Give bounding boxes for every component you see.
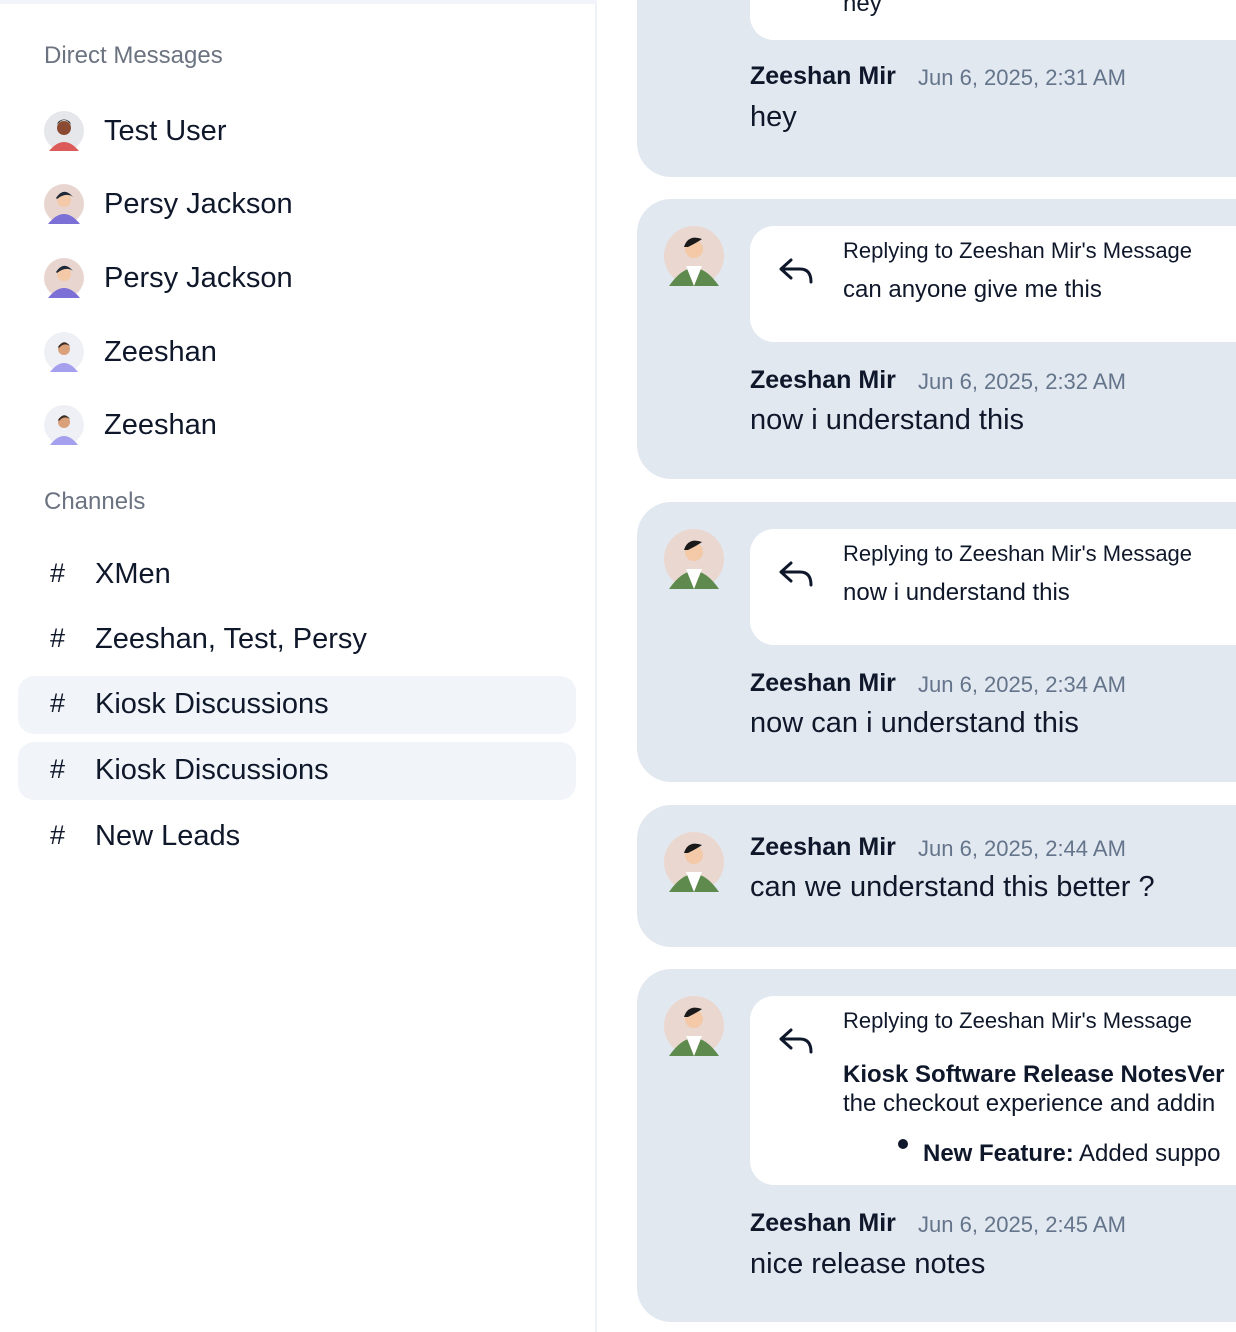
reply-preview[interactable]: Replying to Zeeshan Mir's Message Kiosk …: [750, 996, 1236, 1185]
message-author[interactable]: Zeeshan Mir: [750, 833, 896, 862]
dm-item-persy-jackson-2[interactable]: Persy Jackson: [18, 250, 576, 306]
user-avatar-icon[interactable]: [664, 529, 724, 589]
hash-icon: #: [50, 558, 66, 588]
reply-text: now i understand this: [843, 579, 1070, 606]
message-text: now i understand this: [750, 404, 1025, 436]
bullet-icon: [898, 1139, 908, 1149]
message-card: Zeeshan Mir Jun 6, 2025, 2:44 AM can we …: [637, 805, 1236, 947]
dm-label: Zeeshan: [104, 408, 217, 441]
channels-heading: Channels: [44, 488, 146, 515]
channel-item-xmen[interactable]: # XMen: [18, 546, 576, 604]
dm-label: Persy Jackson: [104, 187, 293, 220]
channel-item-new-leads[interactable]: # New Leads: [18, 808, 576, 866]
reply-arrow-icon: [779, 1028, 813, 1054]
message-card: hey Zeeshan Mir Jun 6, 2025, 2:31 AM hey: [637, 0, 1236, 177]
user-avatar-icon: [44, 258, 84, 298]
message-card: Replying to Zeeshan Mir's Message Kiosk …: [637, 969, 1236, 1322]
sidebar-top-divider: [0, 0, 597, 4]
dm-item-persy-jackson[interactable]: Persy Jackson: [18, 176, 576, 232]
reply-preview[interactable]: Replying to Zeeshan Mir's Message now i …: [750, 529, 1236, 645]
message-text: nice release notes: [750, 1248, 986, 1280]
release-notes-body: the checkout experience and addin: [843, 1090, 1216, 1117]
reply-heading: Replying to Zeeshan Mir's Message: [843, 238, 1193, 263]
dm-label: Test User: [104, 114, 227, 147]
release-notes-title: Kiosk Software Release NotesVer: [843, 1061, 1225, 1088]
channel-item-zeeshan-test-persy[interactable]: # Zeeshan, Test, Persy: [18, 611, 576, 669]
reply-heading: Replying to Zeeshan Mir's Message: [843, 1008, 1193, 1033]
reply-text: can anyone give me this: [843, 276, 1102, 303]
message-author[interactable]: Zeeshan Mir: [750, 366, 896, 395]
user-avatar-icon: [44, 332, 84, 372]
dm-item-zeeshan[interactable]: Zeeshan: [18, 324, 576, 380]
dm-label: Persy Jackson: [104, 261, 293, 294]
release-notes-bullet: New Feature: Added suppo: [923, 1140, 1221, 1168]
channel-item-kiosk-discussions-2[interactable]: # Kiosk Discussions: [18, 742, 576, 800]
dm-item-test-user[interactable]: Test User: [18, 103, 576, 159]
reply-heading: Replying to Zeeshan Mir's Message: [843, 541, 1193, 566]
message-timestamp: Jun 6, 2025, 2:34 AM: [918, 672, 1126, 697]
user-avatar-icon[interactable]: [664, 996, 724, 1056]
direct-messages-heading: Direct Messages: [44, 42, 223, 69]
channel-item-kiosk-discussions[interactable]: # Kiosk Discussions: [18, 676, 576, 734]
reply-arrow-icon: [779, 561, 813, 587]
message-timestamp: Jun 6, 2025, 2:45 AM: [918, 1212, 1126, 1237]
user-avatar-icon: [44, 405, 84, 445]
hash-icon: #: [50, 623, 66, 653]
message-text: can we understand this better ?: [750, 871, 1155, 903]
message-list[interactable]: hey Zeeshan Mir Jun 6, 2025, 2:31 AM hey…: [599, 0, 1236, 1332]
message-author[interactable]: Zeeshan Mir: [750, 1209, 896, 1238]
user-avatar-icon[interactable]: [664, 832, 724, 892]
reply-preview[interactable]: Replying to Zeeshan Mir's Message can an…: [750, 226, 1236, 342]
user-avatar-icon: [44, 111, 84, 151]
channel-label: Zeeshan, Test, Persy: [95, 623, 367, 655]
bullet-text: Added suppo: [1073, 1140, 1221, 1167]
sidebar: Direct Messages Test User Persy Jackson …: [0, 0, 597, 1332]
user-avatar-icon[interactable]: [664, 226, 724, 286]
message-timestamp: Jun 6, 2025, 2:32 AM: [918, 369, 1126, 394]
message-text: now can i understand this: [750, 707, 1079, 739]
hash-icon: #: [50, 688, 66, 718]
channel-label: XMen: [95, 558, 171, 590]
reply-arrow-icon: [779, 258, 813, 284]
message-author[interactable]: Zeeshan Mir: [750, 669, 896, 698]
channel-label: Kiosk Discussions: [95, 754, 329, 786]
dm-item-zeeshan-2[interactable]: Zeeshan: [18, 397, 576, 453]
dm-label: Zeeshan: [104, 335, 217, 368]
message-author[interactable]: Zeeshan Mir: [750, 62, 896, 91]
message-card: Replying to Zeeshan Mir's Message now i …: [637, 502, 1236, 782]
message-card: Replying to Zeeshan Mir's Message can an…: [637, 199, 1236, 479]
user-avatar-icon: [44, 184, 84, 224]
channel-label: Kiosk Discussions: [95, 688, 329, 720]
reply-preview[interactable]: hey: [750, 0, 1236, 40]
message-timestamp: Jun 6, 2025, 2:44 AM: [918, 836, 1126, 861]
bullet-label: New Feature:: [923, 1140, 1074, 1167]
message-text: hey: [750, 101, 797, 133]
hash-icon: #: [50, 754, 66, 784]
channel-label: New Leads: [95, 820, 241, 852]
hash-icon: #: [50, 820, 66, 850]
message-timestamp: Jun 6, 2025, 2:31 AM: [918, 65, 1126, 90]
reply-preview-text: hey: [843, 0, 882, 17]
